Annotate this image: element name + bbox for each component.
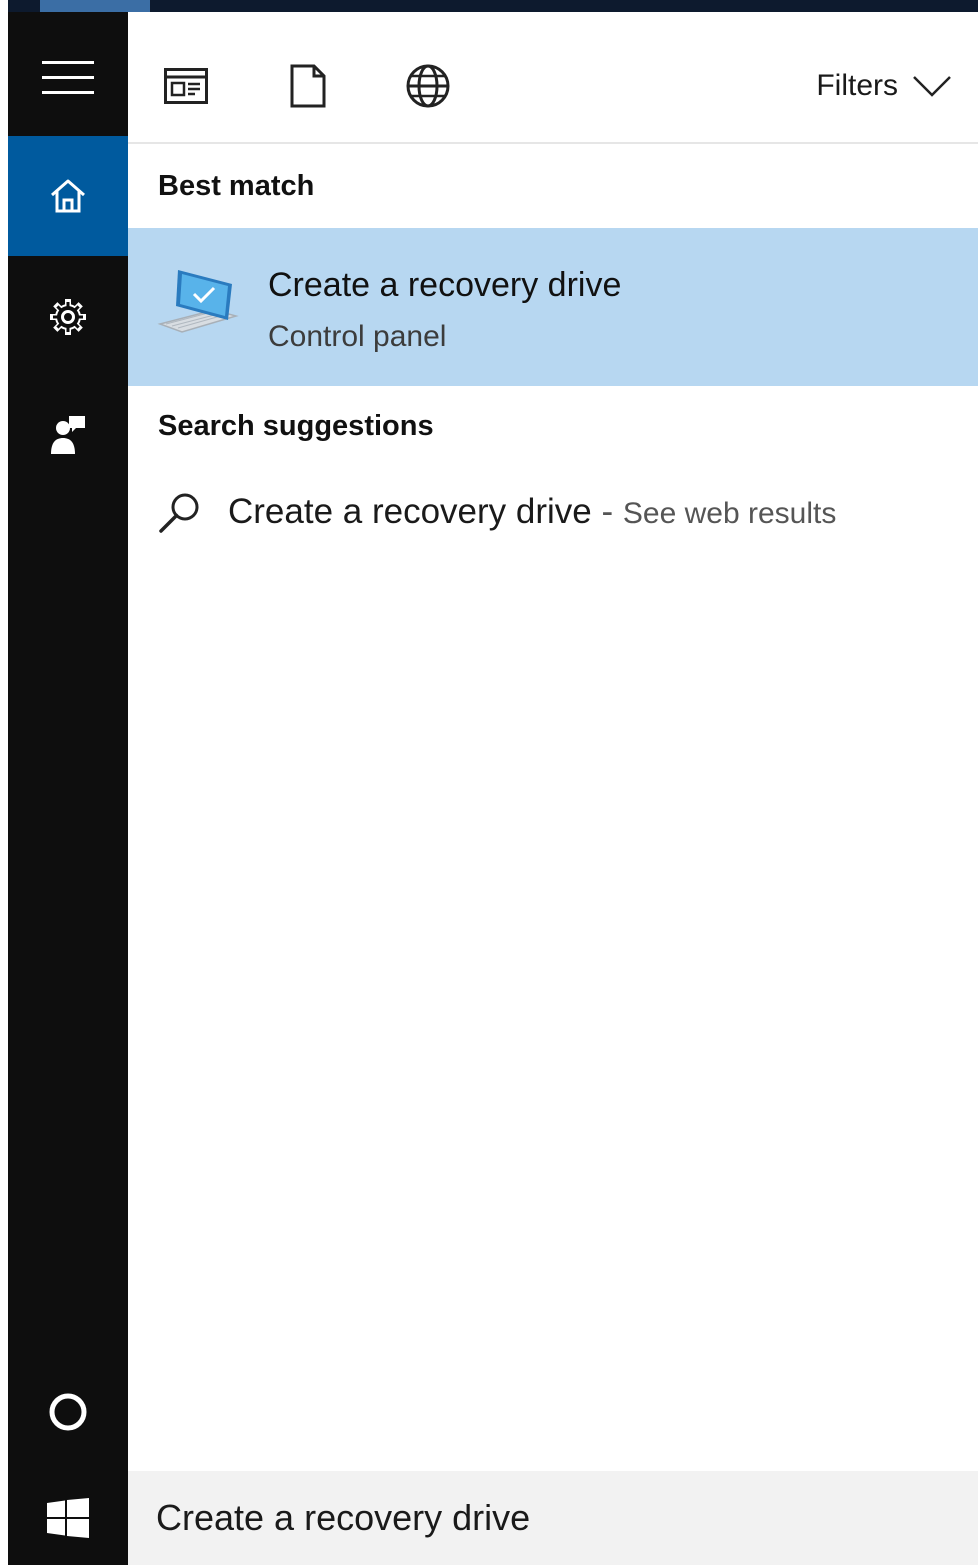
scope-toolbar: Filters [128, 12, 978, 144]
chevron-down-icon [913, 76, 951, 97]
search-icon [156, 490, 204, 543]
left-edge [0, 0, 8, 1565]
document-icon [290, 64, 326, 108]
globe-icon [406, 64, 450, 108]
web-scope-button[interactable] [400, 60, 456, 112]
suggestion-text: Create a recovery drive - See web result… [228, 492, 836, 532]
home-button[interactable] [8, 136, 128, 256]
windows-logo-icon [47, 1498, 89, 1538]
best-match-subtitle: Control panel [268, 320, 447, 353]
sidebar [8, 12, 128, 1565]
gear-icon [50, 299, 86, 335]
home-icon [51, 179, 85, 213]
window-top-highlight [40, 0, 150, 12]
feedback-icon [51, 416, 85, 454]
filters-label: Filters [816, 69, 898, 102]
apps-scope-button[interactable] [158, 60, 214, 112]
search-suggestions-header: Search suggestions [158, 410, 434, 442]
settings-button[interactable] [8, 260, 128, 374]
web-suggestion-item[interactable]: Create a recovery drive - See web result… [128, 482, 978, 552]
filters-dropdown[interactable]: Filters [816, 64, 952, 108]
best-match-header: Best match [158, 170, 315, 202]
see-web-results-label: See web results [622, 497, 837, 530]
suggestion-query: Create a recovery drive [228, 492, 592, 531]
search-input[interactable] [156, 1493, 946, 1543]
search-box [128, 1471, 978, 1565]
best-match-title: Create a recovery drive [268, 266, 622, 304]
cortana-circle-icon [49, 1393, 87, 1431]
apps-icon [164, 68, 208, 104]
best-match-result[interactable]: Create a recovery drive Control panel [128, 228, 978, 386]
hamburger-icon [42, 61, 94, 94]
cortana-button[interactable] [8, 1354, 128, 1470]
menu-button[interactable] [8, 20, 128, 136]
recovery-drive-icon [156, 262, 240, 347]
start-button[interactable] [8, 1471, 128, 1565]
search-results-panel: Filters Best match Create a recovery dri… [128, 12, 978, 1565]
window-top-strip [0, 0, 978, 12]
suggestion-separator: - [591, 492, 623, 531]
feedback-button[interactable] [8, 378, 128, 492]
documents-scope-button[interactable] [280, 60, 336, 112]
